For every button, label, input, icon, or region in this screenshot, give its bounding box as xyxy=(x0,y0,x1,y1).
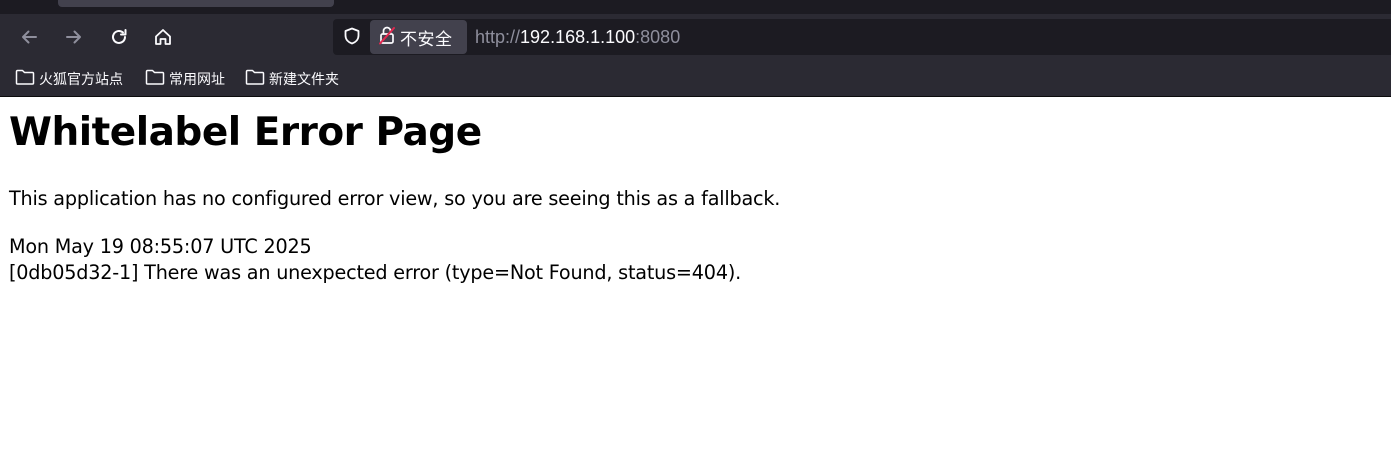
folder-icon xyxy=(145,68,165,90)
home-icon xyxy=(153,27,173,47)
back-arrow-icon xyxy=(19,27,39,47)
fallback-message: This application has no configured error… xyxy=(9,187,781,210)
bookmark-folder-new-folder[interactable]: 新建文件夹 xyxy=(245,69,339,89)
bookmark-folder-firefox-official[interactable]: 火狐官方站点 xyxy=(15,69,123,89)
error-timestamp: Mon May 19 08:55:07 UTC 2025 xyxy=(9,235,312,258)
bookmarks-toolbar: 火狐官方站点 常用网址 新建文件夹 xyxy=(0,60,1391,97)
url-host: 192.168.1.100 xyxy=(520,27,636,47)
url-text[interactable]: http://192.168.1.100:8080 xyxy=(475,19,680,55)
url-scheme: http:// xyxy=(475,27,521,47)
url-port: :8080 xyxy=(635,27,681,47)
insecure-lock-icon xyxy=(378,25,396,49)
forward-arrow-icon xyxy=(64,27,84,47)
address-bar[interactable]: 不安全 http://192.168.1.100:8080 xyxy=(333,19,1391,55)
back-button[interactable] xyxy=(15,23,43,51)
error-details: Mon May 19 08:55:07 UTC 2025 [0db05d32-1… xyxy=(9,234,741,286)
bookmark-label: 新建文件夹 xyxy=(269,72,339,88)
folder-icon xyxy=(245,68,265,90)
security-label: 不安全 xyxy=(400,29,453,50)
forward-button[interactable] xyxy=(60,23,88,51)
tracking-protection-button[interactable] xyxy=(341,27,363,49)
folder-icon xyxy=(15,68,35,90)
bookmark-folder-common-sites[interactable]: 常用网址 xyxy=(145,69,225,89)
error-message: [0db05d32-1] There was an unexpected err… xyxy=(9,261,742,284)
reload-button[interactable] xyxy=(105,23,133,51)
bookmark-label: 常用网址 xyxy=(169,72,225,88)
tab-strip xyxy=(0,0,1391,14)
page-content: Whitelabel Error Page This application h… xyxy=(0,98,1391,472)
site-security-button[interactable]: 不安全 xyxy=(370,20,467,54)
home-button[interactable] xyxy=(149,23,177,51)
shield-icon xyxy=(342,26,362,50)
page-title: Whitelabel Error Page xyxy=(9,110,482,155)
navigation-toolbar: 不安全 http://192.168.1.100:8080 xyxy=(0,14,1391,60)
reload-icon xyxy=(109,27,129,47)
browser-tab[interactable] xyxy=(58,0,334,7)
bookmark-label: 火狐官方站点 xyxy=(39,72,123,88)
